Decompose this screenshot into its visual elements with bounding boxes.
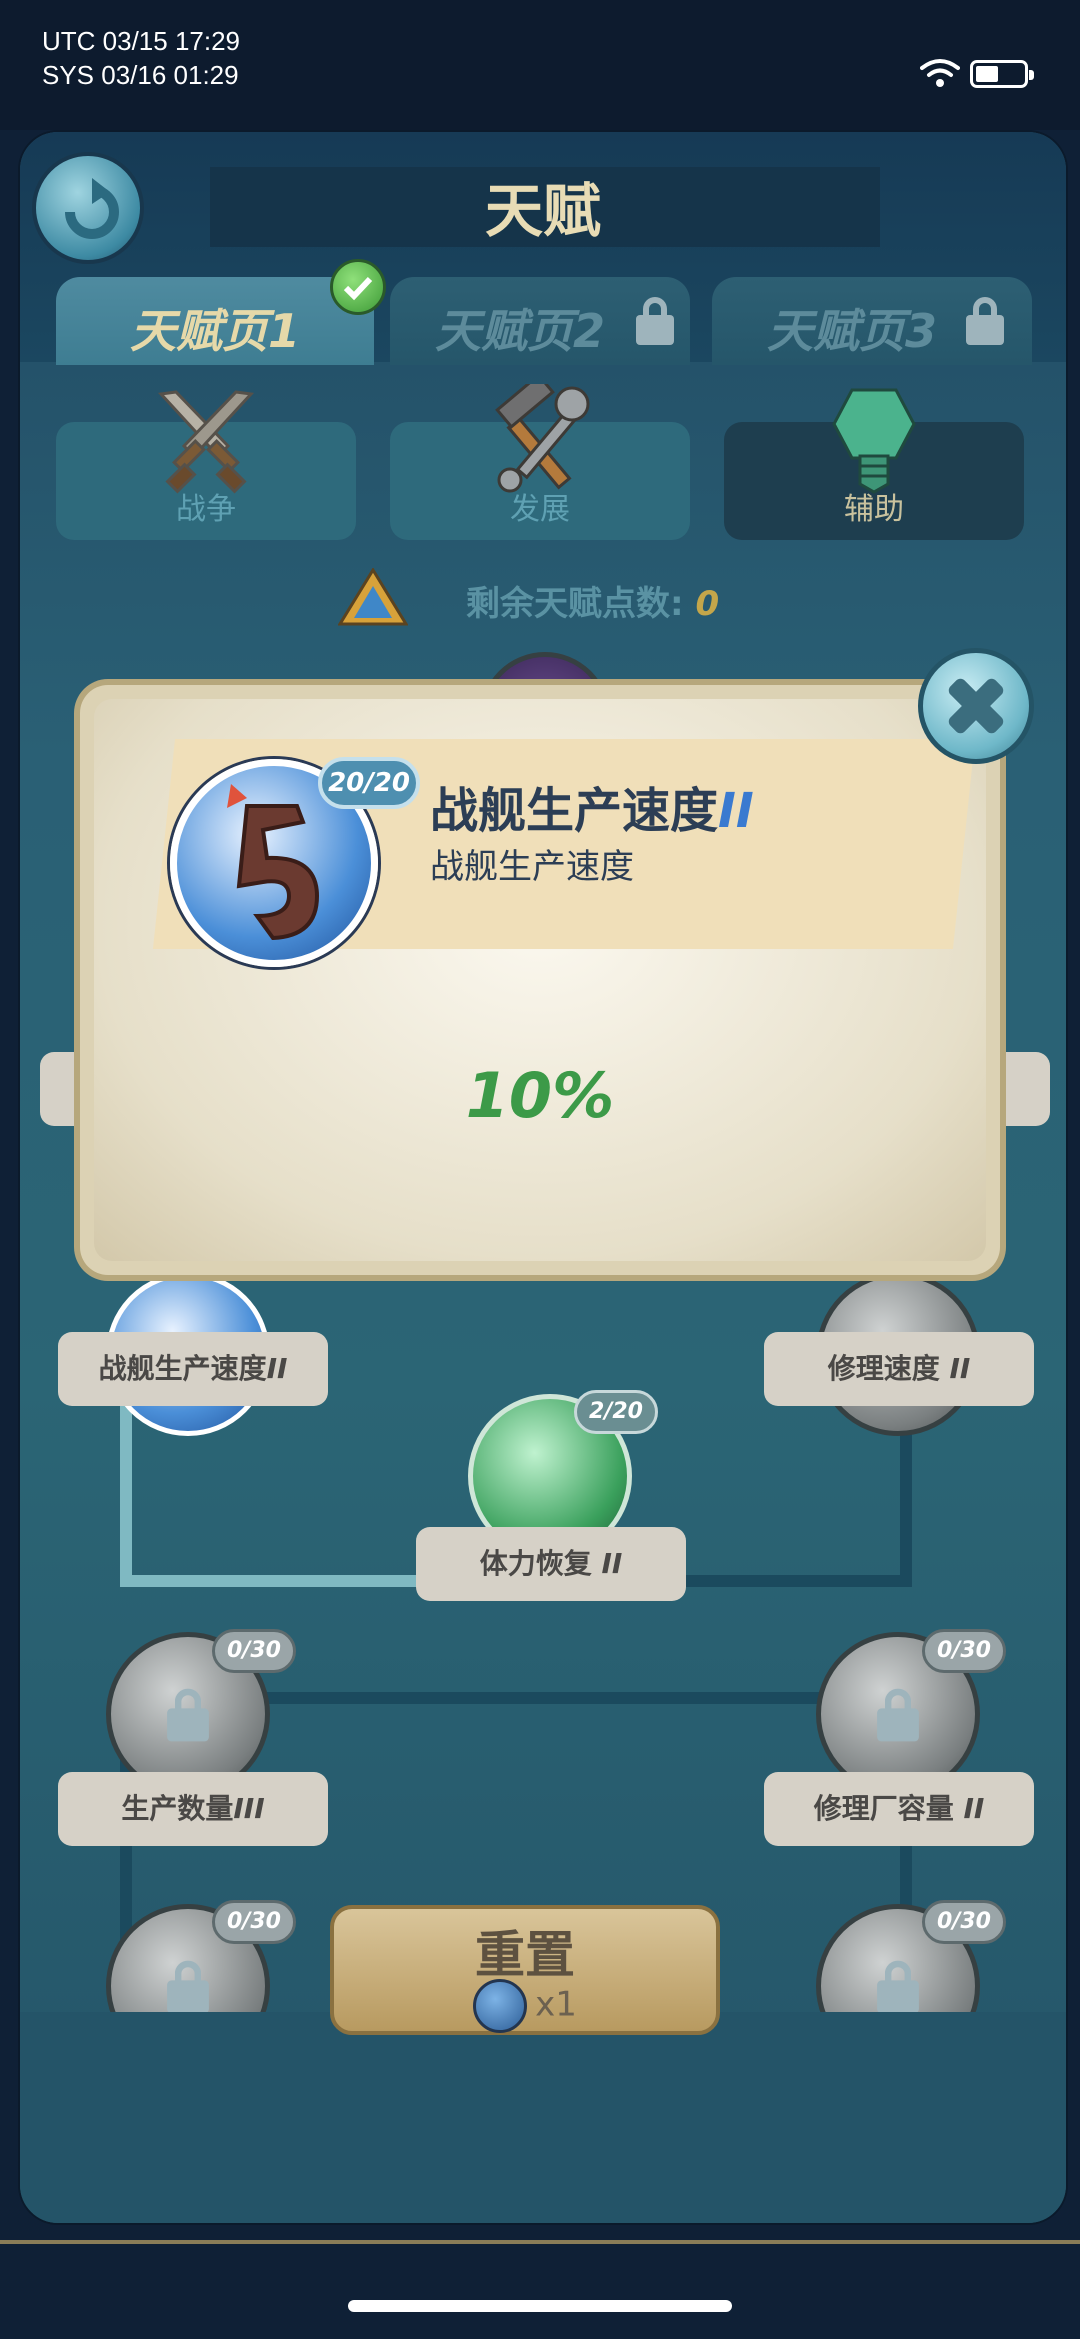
- modal-level-badge: 20/20: [318, 757, 420, 809]
- talent-detail-modal: 20/20 战舰生产速度II 战舰生产速度 10%: [80, 685, 1000, 1275]
- check-icon: [330, 259, 386, 315]
- talent-label: 体力恢复 II: [416, 1527, 686, 1601]
- category-label: 战争: [176, 492, 236, 527]
- modal-talent-description: 战舰生产速度: [430, 847, 634, 887]
- bottom-divider: [0, 2240, 1080, 2244]
- modal-talent-value: 10%: [465, 1059, 615, 1132]
- page-title: 天赋: [484, 177, 601, 245]
- hammer-wrench-icon: [495, 384, 590, 493]
- reset-button[interactable]: 重置 x1: [330, 1905, 720, 2035]
- close-button[interactable]: [918, 648, 1034, 764]
- lock-icon: [877, 1960, 919, 2014]
- lock-icon: [636, 297, 674, 345]
- level-badge: 0/30: [212, 1900, 296, 1944]
- lock-icon: [966, 297, 1004, 345]
- crossed-swords-icon: [157, 390, 255, 494]
- modal-talent-name: 战舰生产速度II: [430, 783, 754, 839]
- points-text: 剩余天赋点数: 0: [466, 584, 720, 624]
- category-support[interactable]: 辅助: [724, 388, 1024, 540]
- tab-label: 天赋页1: [129, 304, 300, 358]
- category-development[interactable]: 发展: [390, 384, 690, 540]
- tab-talent-page-2[interactable]: 天赋页2: [390, 277, 690, 365]
- status-bar: UTC 03/15 17:29 SYS 03/16 01:29: [0, 0, 1080, 130]
- category-label: 辅助: [844, 492, 904, 527]
- reset-cost: x1: [334, 1979, 716, 2033]
- talent-label: 修理速度 II: [764, 1332, 1034, 1406]
- sys-time: SYS 03/16 01:29: [42, 60, 239, 90]
- battery-icon: [970, 60, 1034, 88]
- reset-token-icon: [473, 1979, 528, 2033]
- category-war[interactable]: 战争: [56, 390, 356, 540]
- bolt-icon: [832, 388, 916, 494]
- level-badge: 0/30: [212, 1629, 296, 1673]
- tab-talent-page-1[interactable]: 天赋页1: [56, 259, 386, 365]
- wifi-icon: [920, 59, 960, 87]
- lock-icon: [167, 1688, 209, 1742]
- status-time-block: UTC 03/15 17:29 SYS 03/16 01:29: [42, 24, 240, 92]
- level-badge: 0/30: [922, 1629, 1006, 1673]
- talent-label: 修理厂容量 II: [764, 1772, 1034, 1846]
- footer-area: [20, 2012, 1066, 2223]
- utc-time: UTC 03/15 17:29: [42, 26, 241, 56]
- talent-point-icon: [338, 568, 408, 626]
- lock-icon: [877, 1688, 919, 1742]
- remaining-points: 剩余天赋点数: 0: [20, 564, 1066, 634]
- talent-label: 生产数量III: [58, 1772, 328, 1846]
- talent-label: 战舰生产速度II: [58, 1332, 328, 1406]
- home-indicator[interactable]: [348, 2300, 732, 2312]
- category-label: 发展: [510, 492, 570, 527]
- tab-talent-page-3[interactable]: 天赋页3: [712, 277, 1032, 365]
- lock-icon: [167, 1960, 209, 2014]
- reset-label: 重置: [475, 1926, 575, 1984]
- level-badge: 0/30: [922, 1900, 1006, 1944]
- modal-body: 20/20 战舰生产速度II 战舰生产速度 10%: [94, 699, 986, 1261]
- level-badge: 2/20: [574, 1390, 658, 1434]
